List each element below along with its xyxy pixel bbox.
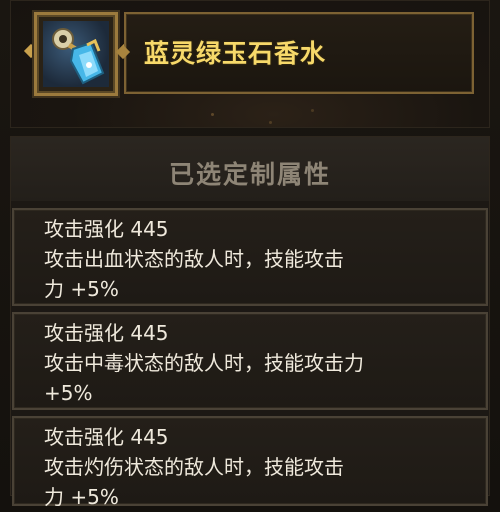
attribute-title: 攻击强化 445: [44, 217, 169, 241]
dust-particle: [211, 113, 214, 116]
attribute-title: 攻击强化 445: [44, 321, 169, 345]
attribute-desc-line1: 攻击出血状态的敌人时，技能攻击: [44, 247, 344, 271]
attribute-desc-line1: 攻击中毒状态的敌人时，技能攻击力: [44, 351, 364, 375]
item-title-bar: 蓝灵绿玉石香水: [124, 12, 474, 94]
attribute-title: 攻击强化 445: [44, 425, 169, 449]
item-tooltip-panel: 蓝灵绿玉石香水 已选定制属性 攻击强化 445 攻击出血状态的敌人时，技能攻击 …: [0, 0, 500, 509]
perfume-bottle-icon: [43, 21, 109, 87]
section-title: 已选定制属性: [168, 160, 331, 189]
attribute-entry[interactable]: 攻击强化 445 攻击中毒状态的敌人时，技能攻击力 +5%: [12, 312, 488, 410]
attribute-desc-line2: 力 +5%: [44, 277, 119, 301]
attribute-desc-line2: +5%: [44, 381, 93, 405]
item-icon-frame[interactable]: [34, 12, 118, 96]
attribute-entry[interactable]: 攻击强化 445 攻击灼伤状态的敌人时，技能攻击 力 +5%: [12, 416, 488, 509]
attribute-entry[interactable]: 攻击强化 445 攻击出血状态的敌人时，技能攻击 力 +5%: [12, 208, 488, 306]
dust-particle: [311, 109, 314, 112]
item-name: 蓝灵绿玉石香水: [144, 39, 327, 68]
dust-particle: [269, 121, 272, 124]
attribute-desc-line2: 力 +5%: [44, 485, 119, 509]
attribute-desc-line1: 攻击灼伤状态的敌人时，技能攻击: [44, 455, 344, 479]
section-header: 已选定制属性: [11, 137, 489, 201]
